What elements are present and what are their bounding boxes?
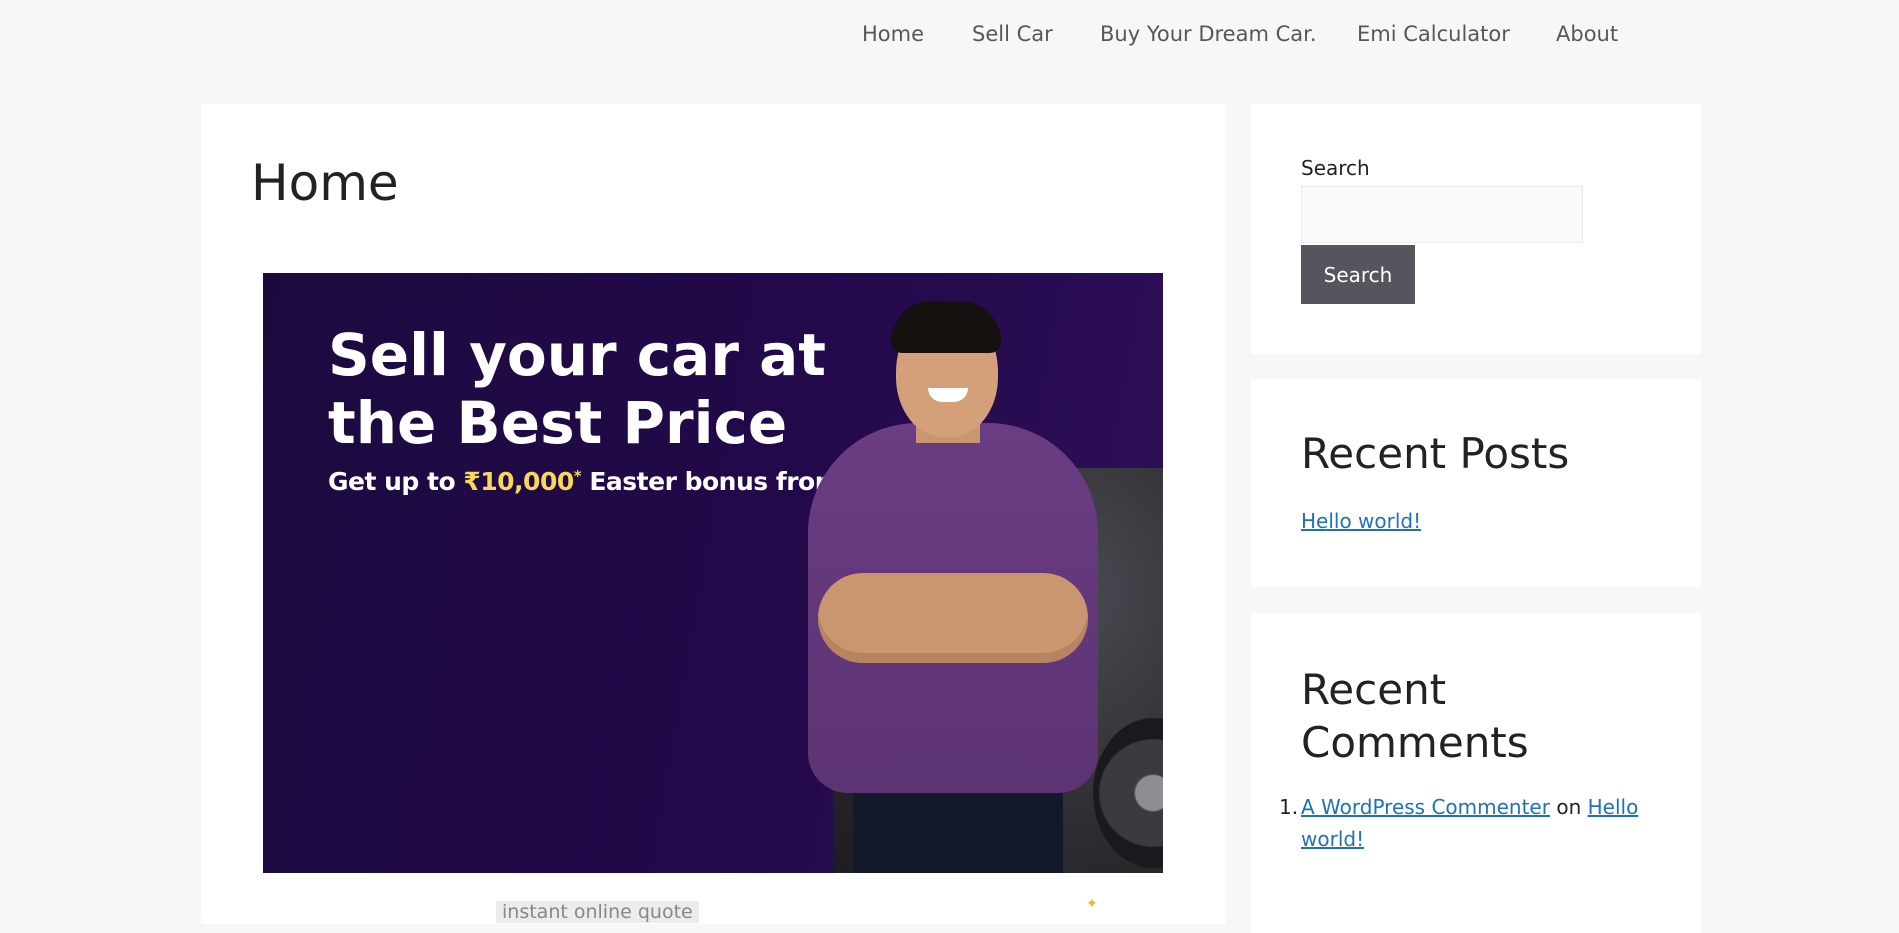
hero-banner: Sell your car at the Best Price Get up t… bbox=[263, 273, 1163, 873]
recent-comments-widget: Recent Comments 1. A WordPress Commenter… bbox=[1251, 613, 1701, 933]
nav-item-emi-calculator[interactable]: Emi Calculator bbox=[1357, 22, 1510, 46]
hero-headline: Sell your car at the Best Price bbox=[328, 321, 828, 457]
comment-connector: on bbox=[1556, 795, 1582, 819]
search-widget: Search Search bbox=[1251, 104, 1701, 354]
person-legs-illustration bbox=[853, 783, 1063, 873]
search-input[interactable] bbox=[1301, 186, 1583, 243]
nav-item-home[interactable]: Home bbox=[862, 22, 924, 46]
recent-posts-title: Recent Posts bbox=[1301, 429, 1570, 478]
partial-caption: instant online quote bbox=[496, 901, 699, 923]
hero-bonus-amount: ₹10,000 bbox=[463, 467, 574, 496]
hero-headline-line1: Sell your car at bbox=[328, 321, 826, 389]
nav-item-about[interactable]: About bbox=[1556, 22, 1618, 46]
search-button[interactable]: Search bbox=[1301, 245, 1415, 304]
main-content: Home Sell your car at the Best Price Get… bbox=[201, 104, 1226, 924]
comment-author-link[interactable]: A WordPress Commenter bbox=[1301, 795, 1550, 819]
nav-item-buy-your-dream-car[interactable]: Buy Your Dream Car. bbox=[1100, 22, 1317, 46]
hero-bonus-asterisk: * bbox=[573, 467, 582, 485]
recent-posts-widget: Recent Posts Hello world! bbox=[1251, 379, 1701, 587]
person-crossed-arms-illustration bbox=[818, 573, 1088, 663]
hero-headline-line2: the Best Price bbox=[328, 389, 788, 457]
person-hair-illustration bbox=[891, 301, 1001, 353]
list-item: 1. A WordPress Commenter on Hello world! bbox=[1279, 791, 1641, 855]
recent-comments-list: 1. A WordPress Commenter on Hello world! bbox=[1279, 791, 1641, 855]
page-title: Home bbox=[251, 154, 399, 212]
sparkle-icon: ✦ bbox=[1086, 896, 1098, 912]
comment-number: 1. bbox=[1279, 795, 1299, 819]
nav-item-sell-car[interactable]: Sell Car bbox=[972, 22, 1053, 46]
hero-sub-prefix: Get up to bbox=[328, 467, 456, 496]
recent-comments-title: Recent Comments bbox=[1301, 665, 1529, 767]
recent-post-link[interactable]: Hello world! bbox=[1301, 509, 1421, 533]
search-label: Search bbox=[1301, 156, 1370, 180]
main-navigation: Home Sell Car Buy Your Dream Car. Emi Ca… bbox=[0, 0, 1899, 72]
